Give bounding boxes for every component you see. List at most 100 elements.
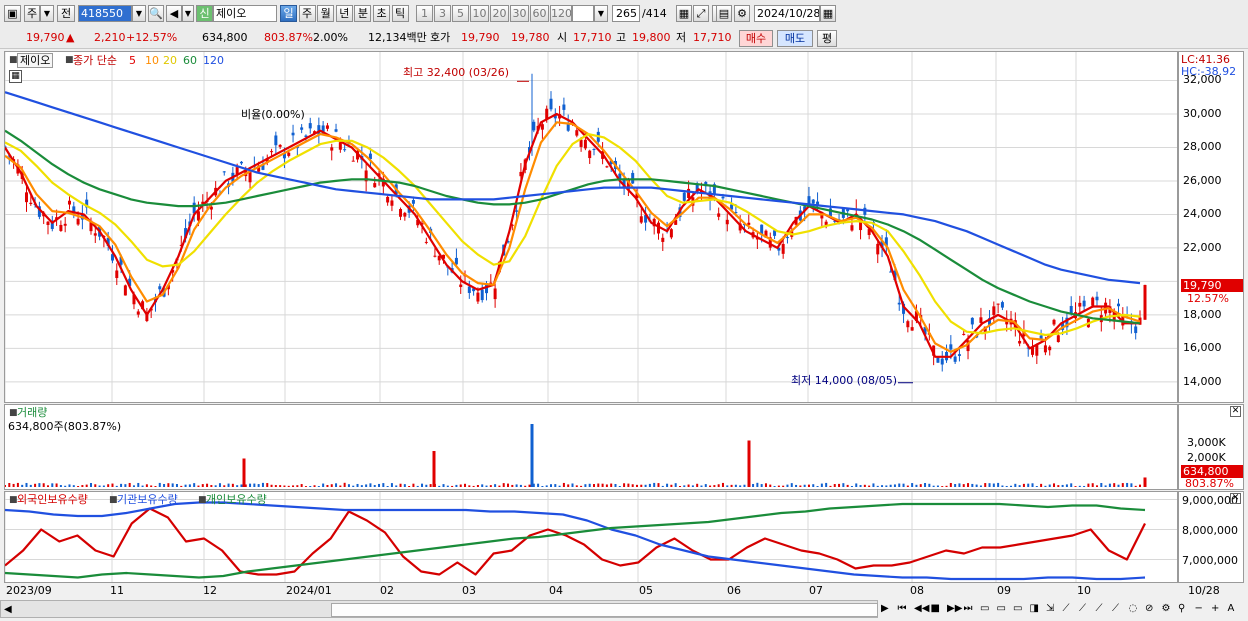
scroll-left-icon[interactable]: ◀ <box>4 603 12 616</box>
stock-name-field[interactable]: 제이오 <box>213 5 277 22</box>
candle-body <box>631 172 635 184</box>
period-button-5[interactable]: 초 <box>373 5 390 22</box>
period-prefix-button[interactable]: 전 <box>57 5 75 22</box>
speaker-icon[interactable]: ◀ <box>166 5 182 22</box>
volume-bar <box>464 483 467 487</box>
volume-bar <box>580 485 583 487</box>
interval-button-10[interactable]: 10 <box>470 5 489 22</box>
volume-spike <box>242 458 246 487</box>
eval-button[interactable]: 평 <box>817 30 837 47</box>
save-icon[interactable]: ▤ <box>716 5 732 22</box>
period-button-6[interactable]: 틱 <box>391 5 409 22</box>
volume-bar <box>59 485 62 487</box>
interval-button-120[interactable]: 120 <box>550 5 572 22</box>
stock-code-input[interactable]: 418550 <box>78 5 132 22</box>
chart-tool-icon[interactable]: ⤢ <box>693 5 709 22</box>
code-dropdown-icon[interactable]: ▼ <box>132 5 146 22</box>
volume-bar <box>1100 482 1103 487</box>
interval-button-5[interactable]: 5 <box>452 5 469 22</box>
period-button-1[interactable]: 주 <box>298 5 316 22</box>
period-button-4[interactable]: 분 <box>354 5 372 22</box>
interval-button-30[interactable]: 30 <box>510 5 529 22</box>
pane-close-icon[interactable]: ✕ <box>1230 406 1241 417</box>
disable-icon[interactable]: ⊘ <box>1145 602 1153 615</box>
volume-bar <box>799 485 802 487</box>
volume-bar <box>502 483 505 487</box>
interval-button-20[interactable]: 20 <box>490 5 509 22</box>
range-icon[interactable]: ▭ <box>997 602 1006 615</box>
count-input[interactable]: 265 <box>612 5 640 22</box>
split-icon[interactable]: ◨ <box>1030 602 1039 615</box>
zoom-in-icon[interactable]: + <box>1211 602 1219 615</box>
window-icon[interactable]: ▣ <box>4 5 21 22</box>
market-button[interactable]: 주 <box>24 5 40 22</box>
period-button-0[interactable]: 일 <box>280 5 297 22</box>
gear-icon[interactable]: ⚙ <box>734 5 750 22</box>
scrollbar-thumb[interactable] <box>331 603 878 617</box>
zoom-icon[interactable]: ⚲ <box>1178 602 1185 615</box>
stock-name-tag[interactable]: 제이오 <box>17 53 54 68</box>
buy-button[interactable]: 매수 <box>739 30 773 47</box>
font-icon[interactable]: A <box>1228 602 1235 615</box>
period-button-3[interactable]: 년 <box>335 5 353 22</box>
interval-button-1[interactable]: 1 <box>416 5 433 22</box>
cycle-icon[interactable]: ◌ <box>1129 602 1138 615</box>
zoom-out-icon[interactable]: − <box>1195 602 1203 615</box>
volume-bar <box>214 485 217 487</box>
holding-pane[interactable]: ■ 외국인보유수량 ■ 기관보유수량 ■ 개인보유수량 <box>4 491 1178 583</box>
speaker-dropdown-icon[interactable]: ▼ <box>182 5 194 22</box>
holding-tick-label: 7,000,000 <box>1182 553 1238 567</box>
search-icon[interactable]: 🔍 <box>148 5 164 22</box>
trend-line-icon[interactable]: ⟋ <box>1096 602 1103 615</box>
volume-bar <box>485 485 488 487</box>
fast-forward-icon[interactable]: ▶▶ <box>947 602 962 615</box>
market-dropdown-icon[interactable]: ▼ <box>40 5 54 22</box>
volume-bar <box>1035 486 1038 487</box>
low-annotation: 최저 14,000 (08/05) <box>791 374 898 387</box>
volume-bar <box>283 485 286 487</box>
period-button-2[interactable]: 월 <box>317 5 335 22</box>
volume-bar <box>777 485 780 487</box>
calendar-icon[interactable]: ▦ <box>820 5 836 22</box>
sell-button[interactable]: 매도 <box>777 30 813 47</box>
trend-line-icon[interactable]: ⟋ <box>1079 602 1086 615</box>
expand-icon[interactable]: ⇲ <box>1046 602 1054 615</box>
interval-input[interactable] <box>572 5 594 22</box>
candle-body <box>687 188 691 198</box>
rewind-icon[interactable]: ◀◀ <box>914 602 929 615</box>
volume-bar <box>8 483 11 487</box>
interval-button-60[interactable]: 60 <box>530 5 549 22</box>
candle-body <box>373 183 377 188</box>
volume-bar <box>868 485 871 487</box>
trend-line-icon[interactable]: ⟋ <box>1063 602 1070 615</box>
horizontal-scrollbar[interactable]: ◀ <box>0 600 878 618</box>
volume-bar <box>102 485 105 487</box>
candle-body <box>1095 296 1099 301</box>
interval-button-3[interactable]: 3 <box>434 5 451 22</box>
price-pane[interactable]: ■ 제이오 ■ 종가 단순 5 10 20 60 120 ▦ 최고 32,400… <box>4 51 1178 403</box>
table-icon[interactable]: ▦ <box>9 70 22 83</box>
volume-bar <box>1096 485 1099 487</box>
grid-icon[interactable]: ▦ <box>676 5 692 22</box>
range-icon[interactable]: ▭ <box>980 602 989 615</box>
volume-bar <box>1070 483 1073 487</box>
volume-bar <box>1031 483 1034 487</box>
gear-icon[interactable]: ⚙ <box>1162 602 1171 615</box>
scroll-right-icon[interactable]: ▶ <box>881 602 889 615</box>
stop-icon[interactable]: ■ <box>931 602 940 615</box>
candle-body <box>540 124 544 130</box>
candle-body <box>957 354 961 356</box>
interval-dropdown-icon[interactable]: ▼ <box>594 5 608 22</box>
date-label: 09 <box>997 584 1011 597</box>
volume-bar <box>141 485 144 487</box>
range-icon[interactable]: ▭ <box>1013 602 1022 615</box>
last-page-icon[interactable]: ⏭ <box>964 602 973 615</box>
volume-bar <box>274 485 277 487</box>
first-page-icon[interactable]: ⏮ <box>898 602 907 615</box>
pane-close-icon[interactable]: ✕ <box>1230 493 1241 504</box>
volume-bar <box>790 483 793 487</box>
low-label: 저 <box>676 31 687 44</box>
volume-pane[interactable]: ■ 거래량 634,800주(803.87%) <box>4 404 1178 490</box>
date-input[interactable]: 2024/10/28 <box>754 5 820 22</box>
trend-line-icon[interactable]: ⟋ <box>1112 602 1119 615</box>
